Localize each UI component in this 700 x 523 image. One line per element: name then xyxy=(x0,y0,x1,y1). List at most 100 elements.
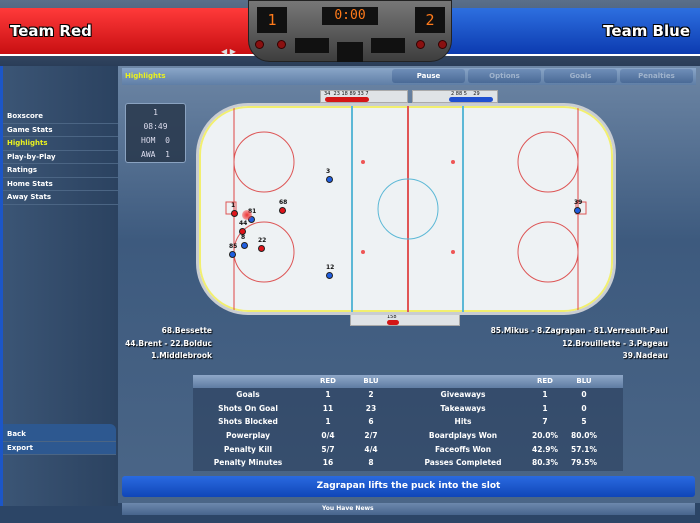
arrows-icon[interactable]: ◀ ▶ xyxy=(221,47,236,56)
line-blue: 12.Brouillette - 3.Pageau xyxy=(562,338,668,348)
period-time: 08:49 xyxy=(143,122,168,131)
news-bar[interactable]: You Have News xyxy=(122,503,695,515)
sidebar-item-ratings[interactable]: Ratings xyxy=(3,164,118,178)
panel-title: Highlights xyxy=(125,72,166,80)
line-red: 68.Bessette xyxy=(161,326,212,335)
stat-cell: Passes Completed xyxy=(424,458,502,468)
stat-cell: 1 xyxy=(325,390,331,399)
blue-lines: 85.Mikus - 8.Zagrapan - 81.Verreault-Pau… xyxy=(491,325,668,363)
tab-goals[interactable]: Goals xyxy=(544,69,617,83)
away-score: 2 xyxy=(415,7,445,33)
player-number: 85 xyxy=(229,243,238,250)
stat-cell: 79.5% xyxy=(570,458,598,468)
stat-cell: 57.1% xyxy=(570,444,598,454)
red-bench: 34 23 18 89 33 7 xyxy=(320,90,408,103)
player-red[interactable] xyxy=(258,245,265,252)
player-red[interactable] xyxy=(231,210,238,217)
line-red: 44.Brent - 22.Bolduc xyxy=(125,338,212,348)
stat-cell: Boardplays Won xyxy=(428,431,498,441)
stat-cell: 1 xyxy=(542,403,548,413)
home-team-name: Team Red xyxy=(10,22,92,40)
player-number: 22 xyxy=(258,237,267,244)
stat-cell: Penalty Minutes xyxy=(213,458,283,468)
sidebar-item-away-stats[interactable]: Away Stats xyxy=(3,191,118,205)
tab-pause[interactable]: Pause xyxy=(392,69,465,83)
stat-cell: Shots Blocked xyxy=(218,417,278,427)
stat-cell: Faceoffs Won xyxy=(434,444,492,454)
sidebar-item-back[interactable]: Back xyxy=(3,428,116,442)
player-blue[interactable] xyxy=(326,272,333,279)
player-number: 44 xyxy=(239,220,248,227)
stat-cell: Giveaways xyxy=(440,390,486,399)
sidebar-item-home-stats[interactable]: Home Stats xyxy=(3,178,118,191)
line-blue: 39.Nadeau xyxy=(622,351,668,360)
stat-cell: Penalty Kill xyxy=(223,444,273,454)
game-clock: 0:00 xyxy=(322,7,378,25)
tab-bar: Highlights Pause Options Goals Penalties xyxy=(122,68,696,85)
sidebar-item-highlights[interactable]: Highlights xyxy=(3,137,118,151)
player-red[interactable] xyxy=(279,207,286,214)
stat-cell: 0 xyxy=(581,390,587,399)
stats-table: RED BLU RED BLU Goals 1 2 Giveaways 1 0 Shots On… xyxy=(193,375,623,471)
line-blue: 85.Mikus - 8.Zagrapan - 81.Verreault-Pau… xyxy=(490,326,668,335)
player-number: 1 xyxy=(231,202,236,209)
stats-row: Penalty Minutes 16 8 Passes Completed 80.3% 7… xyxy=(193,456,623,470)
stat-cell: 7 xyxy=(542,417,548,427)
stat-cell: Powerplay xyxy=(225,431,271,441)
blue-bench: 2 88 5 29 xyxy=(412,90,498,103)
stat-cell: 6 xyxy=(368,417,374,427)
stat-cell: 16 xyxy=(322,458,334,468)
hockey-rink xyxy=(196,103,616,315)
player-blue[interactable] xyxy=(241,242,248,249)
scoreboard: 1 0:00 2 xyxy=(248,0,452,62)
tab-options[interactable]: Options xyxy=(468,69,541,83)
stat-cell: Goals xyxy=(236,390,260,399)
away-team-name: Team Blue xyxy=(603,22,690,40)
header: Team Red Team Blue ◀ ▶ 1 0:00 2 xyxy=(0,0,700,66)
player-number: 12 xyxy=(326,264,335,271)
stat-cell: 11 xyxy=(322,403,334,413)
stat-cell: 4/4 xyxy=(364,444,378,454)
puck xyxy=(242,210,252,220)
stat-cell: 5/7 xyxy=(321,444,335,454)
stats-row: Shots On Goal 11 23 Takeaways 1 0 xyxy=(193,402,623,416)
stat-cell: 1 xyxy=(325,417,331,427)
sidebar-item-play-by-play[interactable]: Play-by-Play xyxy=(3,151,118,164)
period: 1 xyxy=(153,108,158,117)
stat-cell: 80.3% xyxy=(531,458,559,468)
stat-cell: 1 xyxy=(542,390,548,399)
home-score: 1 xyxy=(257,7,287,33)
player-number: 68 xyxy=(279,199,288,206)
player-number: 8 xyxy=(241,234,246,241)
home-shots: HOM 0 xyxy=(141,136,170,145)
away-shots: AWA 1 xyxy=(141,150,170,159)
stat-cell: 5 xyxy=(581,417,587,427)
stats-row: Powerplay 0/4 2/7 Boardplays Won 20.0% 80.0% xyxy=(193,429,623,443)
stat-cell: 23 xyxy=(365,403,377,413)
player-number: 39 xyxy=(574,199,583,206)
stat-cell: Hits xyxy=(454,417,472,427)
sidebar-item-export[interactable]: Export xyxy=(3,442,116,455)
sidebar-item-boxscore[interactable]: Boxscore xyxy=(3,110,118,124)
stats-row: Penalty Kill 5/7 4/4 Faceoffs Won 42.9% 57.1% xyxy=(193,443,623,457)
stat-cell: 42.9% xyxy=(531,444,559,454)
stat-cell: 80.0% xyxy=(570,431,598,441)
player-blue[interactable] xyxy=(326,176,333,183)
player-number: 3 xyxy=(326,168,331,175)
stat-cell: 2 xyxy=(368,390,374,399)
stat-cell: 2/7 xyxy=(364,431,378,441)
stat-cell: 0/4 xyxy=(321,431,335,441)
stats-row: Goals 1 2 Giveaways 1 0 xyxy=(193,388,623,402)
rink-markings xyxy=(225,106,587,312)
player-blue[interactable] xyxy=(229,251,236,258)
period-clock: 1 08:49 HOM 0 AWA 1 xyxy=(125,103,186,163)
sidebar-item-game-stats[interactable]: Game Stats xyxy=(3,124,118,137)
stat-cell: Takeaways xyxy=(440,403,486,413)
player-blue[interactable] xyxy=(574,207,581,214)
stat-cell: 8 xyxy=(368,458,374,468)
tab-penalties[interactable]: Penalties xyxy=(620,69,693,83)
event-message: Zagrapan lifts the puck into the slot xyxy=(122,476,695,497)
red-lines: 68.Bessette 44.Brent - 22.Bolduc 1.Middleb… xyxy=(125,325,212,363)
stat-cell: Shots On Goal xyxy=(218,403,278,413)
sidebar: Boxscore Game Stats Highlights Play-by-Play… xyxy=(0,66,118,506)
